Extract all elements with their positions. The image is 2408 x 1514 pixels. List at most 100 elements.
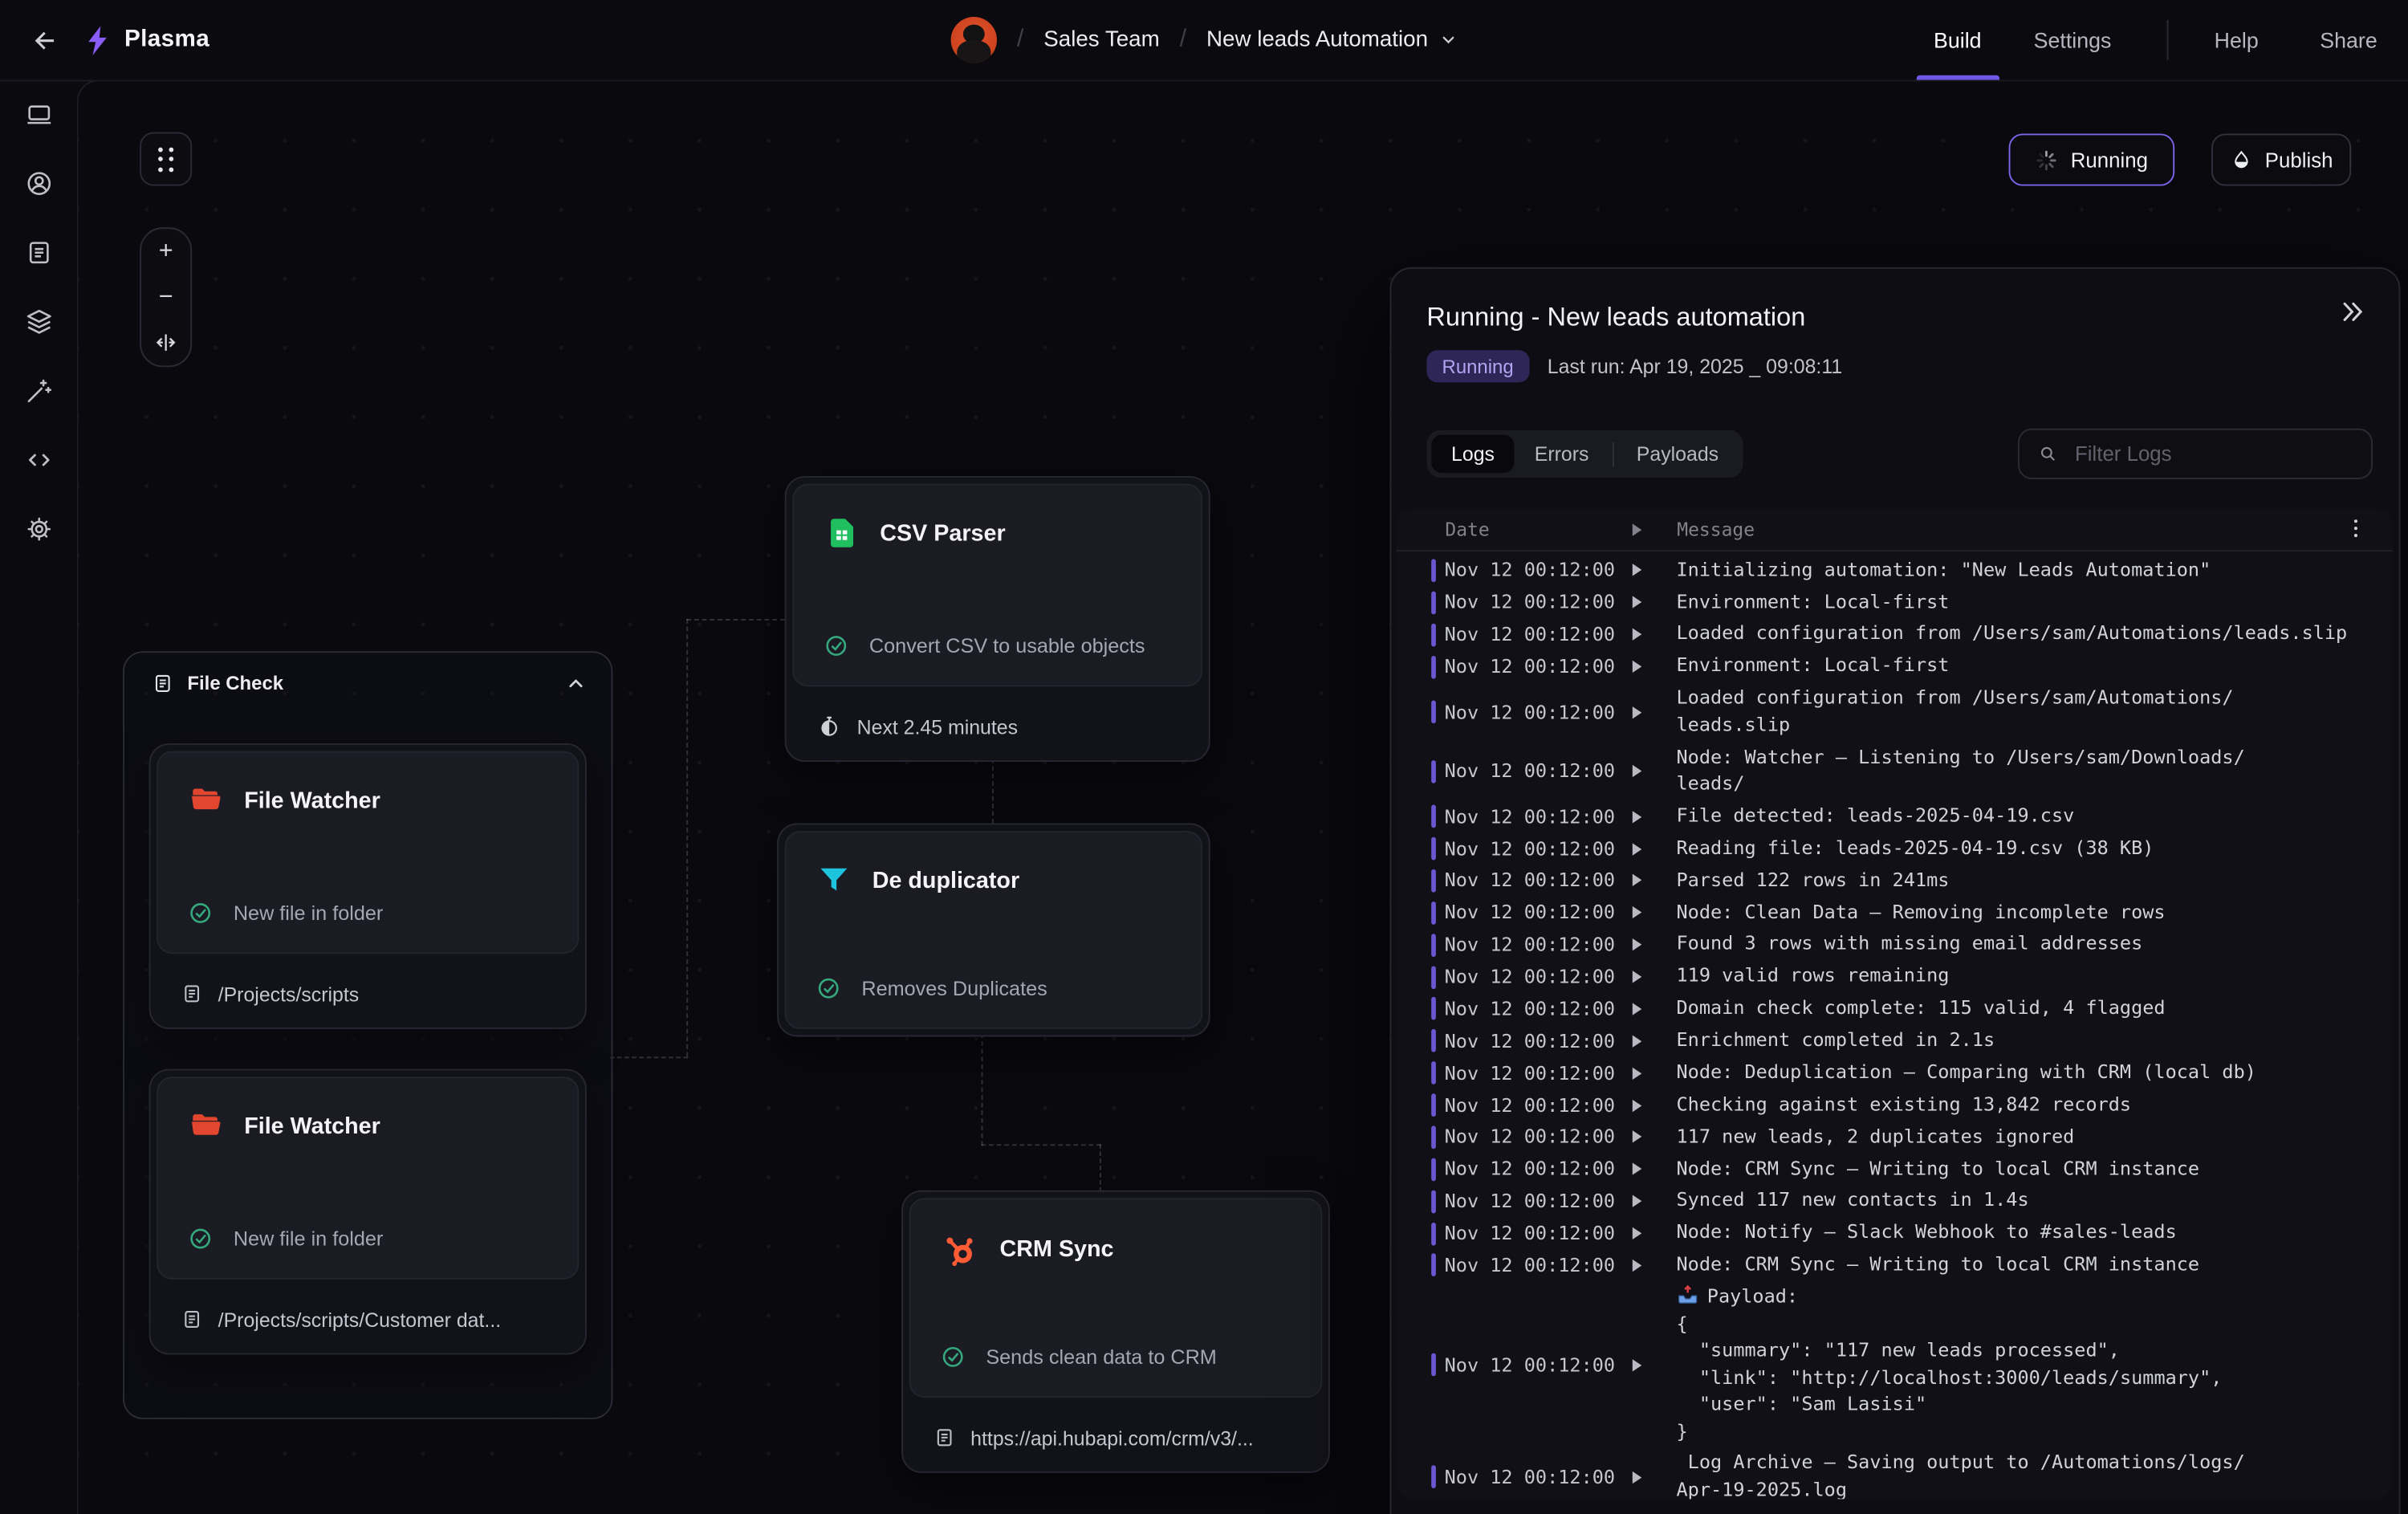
- log-row[interactable]: Nov 12 00:12:00Node: CRM Sync — Writing …: [1396, 1154, 2393, 1186]
- row-expand-arrow[interactable]: [1632, 1260, 1641, 1272]
- log-message: Initializing automation: "New Leads Auto…: [1677, 557, 2211, 584]
- avatar[interactable]: [951, 17, 997, 63]
- node-crm-sync[interactable]: CRM Sync Sends clean data to CRM https:/…: [901, 1190, 1330, 1473]
- log-row[interactable]: Nov 12 00:12:00 Log Archive — Saving out…: [1396, 1448, 2393, 1500]
- node-deduplicator[interactable]: De duplicator Removes Duplicates: [777, 824, 1210, 1037]
- log-row[interactable]: Nov 12 00:12:00Reading file: leads-2025-…: [1396, 832, 2393, 865]
- row-expand-arrow[interactable]: [1632, 938, 1641, 950]
- wand-icon[interactable]: [24, 376, 53, 405]
- row-expand-arrow[interactable]: [1632, 706, 1641, 718]
- log-row[interactable]: Nov 12 00:12:00Loaded configuration from…: [1396, 682, 2393, 741]
- log-row[interactable]: Nov 12 00:12:00Environment: Local-first: [1396, 587, 2393, 619]
- row-expand-arrow[interactable]: [1632, 1195, 1641, 1207]
- log-row[interactable]: Nov 12 00:12:00Node: Deduplication — Com…: [1396, 1057, 2393, 1089]
- app-logo[interactable]: Plasma: [83, 24, 209, 56]
- log-row-accent-bar: [1431, 623, 1435, 646]
- row-expand-arrow[interactable]: [1632, 596, 1641, 608]
- help-button[interactable]: Help: [2215, 27, 2259, 52]
- log-row[interactable]: Nov 12 00:12:00Node: Clean Data — Removi…: [1396, 897, 2393, 929]
- connector-dedup-crm: [982, 1144, 1101, 1146]
- user-icon[interactable]: [24, 169, 53, 197]
- table-options-icon[interactable]: [2344, 516, 2369, 541]
- row-expand-arrow[interactable]: [1632, 1067, 1641, 1079]
- log-row[interactable]: Nov 12 00:12:00119 valid rows remaining: [1396, 961, 2393, 993]
- row-expand-arrow[interactable]: [1632, 971, 1641, 983]
- log-table-header: Date Message: [1396, 508, 2393, 551]
- tab-payloads[interactable]: Payloads: [1617, 434, 1739, 473]
- publish-button[interactable]: Publish: [2211, 133, 2351, 185]
- row-expand-arrow[interactable]: [1632, 1003, 1641, 1015]
- row-expand-arrow[interactable]: [1632, 629, 1641, 641]
- node-status: New file in folder: [234, 901, 384, 925]
- log-row[interactable]: Nov 12 00:12:00Checking against existing…: [1396, 1089, 2393, 1121]
- filter-logs-field[interactable]: [2018, 429, 2373, 479]
- layers-icon[interactable]: [24, 307, 53, 336]
- log-row[interactable]: Nov 12 00:12:00Domain check complete: 11…: [1396, 993, 2393, 1025]
- row-expand-arrow[interactable]: [1632, 1131, 1641, 1143]
- check-circle-icon: [824, 633, 850, 659]
- row-expand-arrow[interactable]: [1632, 1227, 1641, 1239]
- filter-logs-input[interactable]: [2072, 441, 2353, 467]
- settings-gear-icon[interactable]: [24, 515, 53, 543]
- share-button[interactable]: Share: [2320, 27, 2377, 52]
- document-icon: [934, 1426, 955, 1448]
- log-row[interactable]: Nov 12 00:12:00Initializing automation: …: [1396, 555, 2393, 587]
- tab-logs[interactable]: Logs: [1431, 434, 1515, 473]
- node-file-watcher-2[interactable]: File Watcher New file in folder /Project…: [149, 1069, 587, 1355]
- row-expand-arrow[interactable]: [1632, 811, 1641, 823]
- log-row[interactable]: Nov 12 00:12:00Payload: { "summary": "11…: [1396, 1281, 2393, 1447]
- log-row[interactable]: Nov 12 00:12:00117 new leads, 2 duplicat…: [1396, 1121, 2393, 1154]
- row-expand-arrow[interactable]: [1632, 1471, 1641, 1483]
- row-expand-arrow[interactable]: [1632, 843, 1641, 855]
- row-expand-arrow[interactable]: [1632, 765, 1641, 777]
- node-csv-parser[interactable]: CSV Parser Convert CSV to usable objects…: [785, 476, 1210, 762]
- zoom-out-button[interactable]: −: [141, 275, 190, 320]
- log-row[interactable]: Nov 12 00:12:00Node: CRM Sync — Writing …: [1396, 1249, 2393, 1281]
- connector-filecheck-csv: [610, 1056, 689, 1058]
- log-row[interactable]: Nov 12 00:12:00Enrichment completed in 2…: [1396, 1025, 2393, 1057]
- node-title: CRM Sync: [1000, 1235, 1114, 1262]
- log-row-accent-bar: [1431, 1029, 1435, 1052]
- log-row[interactable]: Nov 12 00:12:00Node: Notify — Slack Webh…: [1396, 1218, 2393, 1250]
- log-row[interactable]: Nov 12 00:12:00Environment: Local-first: [1396, 651, 2393, 683]
- row-expand-arrow[interactable]: [1632, 1099, 1641, 1111]
- breadcrumb-automation[interactable]: New leads Automation: [1206, 27, 1457, 52]
- fit-width-button[interactable]: [141, 320, 190, 366]
- log-row[interactable]: Nov 12 00:12:00Synced 117 new contacts i…: [1396, 1186, 2393, 1218]
- tab-settings[interactable]: Settings: [2034, 27, 2112, 52]
- monitor-icon[interactable]: [24, 100, 53, 128]
- row-expand-arrow[interactable]: [1632, 874, 1641, 886]
- back-button[interactable]: [27, 23, 61, 57]
- log-row[interactable]: Nov 12 00:12:00Node: Watcher — Listening…: [1396, 742, 2393, 800]
- log-row[interactable]: Nov 12 00:12:00Parsed 122 rows in 241ms: [1396, 865, 2393, 897]
- row-expand-arrow[interactable]: [1632, 1358, 1641, 1370]
- spreadsheet-icon: [824, 515, 860, 551]
- log-row-accent-bar: [1431, 559, 1435, 582]
- log-date: Nov 12 00:12:00: [1445, 1223, 1617, 1244]
- tab-errors[interactable]: Errors: [1515, 434, 1609, 473]
- log-row[interactable]: Nov 12 00:12:00File detected: leads-2025…: [1396, 800, 2393, 832]
- canvas-drag-handle[interactable]: [140, 132, 192, 186]
- row-expand-arrow[interactable]: [1632, 564, 1641, 576]
- log-date: Nov 12 00:12:00: [1445, 1030, 1617, 1052]
- row-expand-arrow[interactable]: [1632, 1035, 1641, 1047]
- collapse-panel-icon[interactable]: [2339, 298, 2366, 325]
- notes-icon[interactable]: [24, 238, 53, 267]
- zoom-in-button[interactable]: +: [141, 229, 190, 275]
- log-row-accent-bar: [1431, 934, 1435, 957]
- run-log-panel: Running - New leads automation Running L…: [1390, 267, 2401, 1514]
- tab-build[interactable]: Build: [1934, 0, 1982, 79]
- code-icon[interactable]: [24, 446, 53, 474]
- node-title: CSV Parser: [880, 520, 1005, 547]
- row-expand-arrow[interactable]: [1632, 661, 1641, 673]
- running-status-button[interactable]: Running: [2009, 133, 2175, 185]
- row-expand-arrow[interactable]: [1632, 906, 1641, 918]
- log-row[interactable]: Nov 12 00:12:00Found 3 rows with missing…: [1396, 929, 2393, 961]
- log-message: Environment: Local-first: [1677, 589, 1950, 616]
- breadcrumb-team[interactable]: Sales Team: [1043, 27, 1159, 52]
- log-row[interactable]: Nov 12 00:12:00Loaded configuration from…: [1396, 619, 2393, 651]
- node-file-watcher-1[interactable]: File Watcher New file in folder /Project…: [149, 743, 587, 1029]
- chevron-up-icon[interactable]: [565, 673, 587, 694]
- log-date: Nov 12 00:12:00: [1445, 1126, 1617, 1148]
- row-expand-arrow[interactable]: [1632, 1163, 1641, 1175]
